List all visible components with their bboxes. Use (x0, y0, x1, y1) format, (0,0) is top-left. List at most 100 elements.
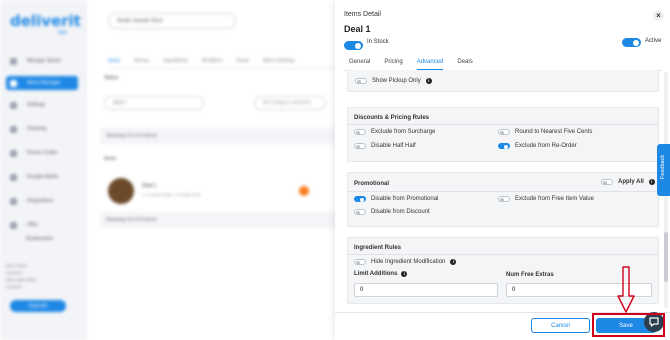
sidebar: deliverit labs Manage Stores Menu Manage… (0, 0, 86, 340)
exclude-surcharge-label: Exclude from Surcharge (371, 129, 436, 135)
cart-icon (10, 125, 17, 133)
sidebar-item-restaurants[interactable]: Restaurants (6, 232, 78, 246)
logo-sub: labs (58, 30, 68, 36)
tab-pricing[interactable]: Pricing (384, 59, 402, 70)
gear-icon (10, 101, 17, 109)
exclude-surcharge-toggle[interactable] (354, 129, 366, 135)
apply-all-toggle[interactable] (601, 179, 613, 185)
sidebar-footer: Who Owner 12:00:00 Who Latest Stats 12:0… (6, 263, 37, 289)
promotional-card: Promotional Apply All i Disable from Pro… (347, 172, 659, 227)
category-filter[interactable]: All Category selection (254, 96, 326, 110)
item-action-button[interactable] (299, 186, 309, 196)
tab-deals[interactable]: Deals (457, 59, 472, 70)
in-stock-label: In Stock (367, 38, 389, 45)
sidebar-item-settings[interactable]: Settings (6, 98, 78, 112)
show-pickup-option: Show Pickup Only i (355, 78, 432, 84)
disable-promotional-option: Disable from Promotional (354, 196, 438, 202)
discounts-title: Discounts & Pricing Rules (354, 115, 430, 121)
sidebar-item-ordering[interactable]: Ordering (6, 122, 78, 136)
annotation-highlight-box (592, 313, 665, 337)
disable-discount-toggle[interactable] (354, 209, 366, 215)
main-content: Studio Sample Store Items Menus Ingredie… (86, 0, 356, 340)
disable-half-half-label: Disable Half Half (371, 143, 416, 149)
google-icon (10, 173, 17, 181)
hide-modification-toggle[interactable] (354, 259, 366, 265)
item-title[interactable]: Deal 1 (142, 183, 156, 189)
info-icon[interactable]: i (401, 271, 408, 277)
showing-count: Showing 0-0 of 0 items (100, 128, 340, 144)
exclude-reorder-toggle[interactable] (498, 143, 510, 149)
round-five-cents-option: Round to Nearest Five Cents (498, 129, 592, 135)
tab-items[interactable]: Items (108, 58, 120, 64)
tab-modifiers[interactable]: Modifiers (202, 58, 222, 64)
upgrade-button[interactable]: Upgrade (10, 300, 66, 312)
menu-icon (10, 79, 17, 87)
exclude-free-item-option: Exclude from Free Item Value (498, 196, 594, 202)
tab-general[interactable]: General (349, 59, 370, 70)
annotation-arrow-icon (617, 266, 635, 313)
main-tabs: Items Menus Ingredients Modifiers Deals … (108, 58, 295, 64)
limit-additions-label: Limit Additions i (354, 271, 408, 277)
cancel-button[interactable]: Cancel (531, 318, 590, 333)
card-divider (348, 191, 658, 192)
item-title-heading: Deal 1 (344, 24, 371, 34)
tab-advanced[interactable]: Advanced (416, 59, 444, 70)
active-label: Active (645, 38, 662, 44)
hide-modification-option: Hide Ingredient Modification i (354, 259, 457, 265)
feedback-label: Feedback (660, 154, 666, 180)
card-divider (348, 124, 658, 125)
disable-promotional-toggle[interactable] (354, 196, 366, 202)
close-icon[interactable]: × (653, 10, 664, 21)
drawer-label: Items Detail (344, 11, 381, 18)
info-icon[interactable]: i (648, 179, 655, 185)
item-thumbnail (108, 178, 134, 204)
section-label: Items (104, 156, 117, 162)
disable-discount-label: Disable from Discount (371, 209, 430, 215)
scrollbar-thumb[interactable] (664, 232, 668, 282)
show-pickup-label: Show Pickup Only (372, 78, 421, 84)
tab-deals[interactable]: Deals (236, 58, 249, 64)
exclude-free-item-label: Exclude from Free Item Value (515, 196, 594, 202)
active-control: Active (622, 38, 661, 47)
discounts-card: Discounts & Pricing Rules Exclude from S… (347, 107, 659, 162)
store-select[interactable]: Studio Sample Store (108, 13, 236, 29)
card-divider (348, 254, 658, 255)
disable-half-half-toggle[interactable] (354, 143, 366, 149)
ingredient-rules-card: Ingredient Rules Hide Ingredient Modific… (347, 237, 659, 304)
sidebar-item-manage-stores[interactable]: Manage Stores (6, 54, 78, 68)
plug-icon (10, 197, 17, 205)
gift-icon (10, 221, 17, 229)
tab-ingredients[interactable]: Ingredients (163, 58, 188, 64)
sidebar-item-promo-codes[interactable]: Promo Codes (6, 146, 78, 160)
round-five-cents-toggle[interactable] (498, 129, 510, 135)
exclude-reorder-option: Exclude from Re-Order (498, 143, 577, 149)
exclude-free-item-toggle[interactable] (498, 196, 510, 202)
tab-menu-settings[interactable]: Menu Settings (263, 58, 295, 64)
disable-promotional-label: Disable from Promotional (371, 196, 439, 202)
active-toggle[interactable] (622, 38, 641, 47)
divider (108, 68, 340, 69)
promotional-title: Promotional (354, 181, 390, 187)
in-stock-toggle[interactable] (344, 41, 363, 50)
item-subtitle: 1 x Lemon Soda, 1 x Small Pizza (142, 192, 201, 197)
exclude-reorder-label: Exclude from Re-Order (515, 143, 577, 149)
feedback-tab[interactable]: Feedback (657, 144, 670, 196)
sidebar-item-menu-manager[interactable]: Menu Manager (6, 76, 78, 90)
showing-count-bottom: Showing 0-0 of 0 items (100, 212, 340, 228)
disable-discount-option: Disable from Discount (354, 209, 430, 215)
tab-menus[interactable]: Menus (134, 58, 149, 64)
search-input[interactable]: deal 1 (104, 96, 204, 110)
sidebar-item-google-admin[interactable]: Google Admin (6, 170, 78, 184)
apply-all-option: Apply All i (601, 179, 655, 185)
drawer-tabs: General Pricing Advanced Deals (349, 59, 473, 70)
hide-modification-label: Hide Ingredient Modification (371, 259, 446, 265)
info-icon[interactable]: i (425, 78, 432, 84)
store-icon (10, 57, 17, 65)
visibility-card: Show Pickup Only i (347, 70, 659, 92)
exclude-surcharge-option: Exclude from Surcharge (354, 129, 435, 135)
info-icon[interactable]: i (450, 259, 457, 265)
sidebar-item-integrations[interactable]: Integrations (6, 194, 78, 208)
limit-additions-input[interactable]: 0 (354, 283, 498, 297)
sidebar-item-offer[interactable]: Offer (6, 218, 78, 232)
show-pickup-toggle[interactable] (355, 78, 367, 84)
